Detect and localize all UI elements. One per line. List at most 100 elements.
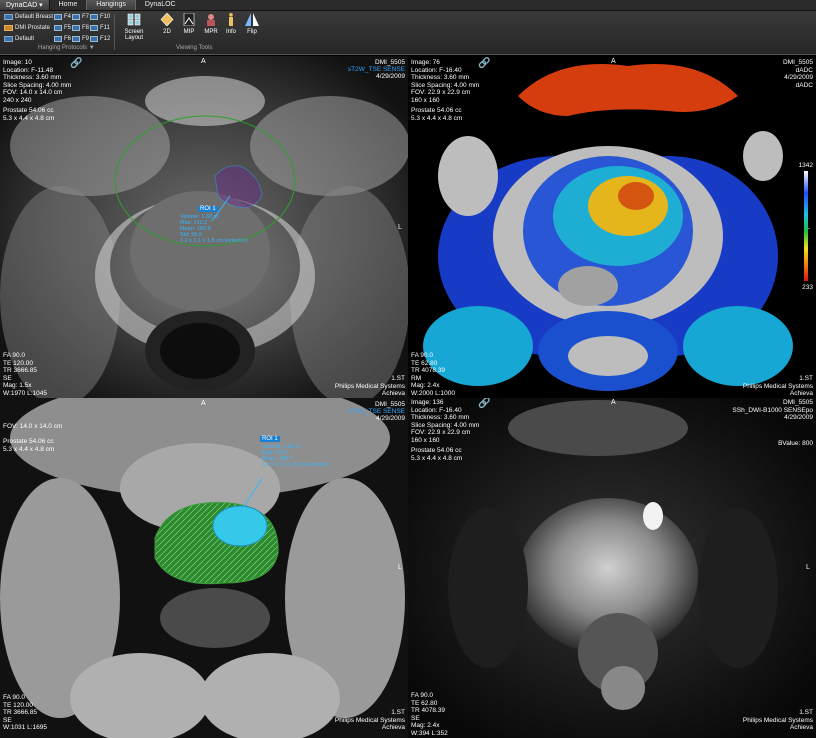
scanner-info-text: 1.ST Philips Medical Systems Achieva — [742, 709, 813, 731]
orientation-marker-right: L — [398, 224, 402, 231]
fov-text: FOV: 14.0 x 14.0 cm — [3, 423, 63, 430]
study-info-text: DMI_5505 SSh_DWI-B1000 SENSEpo 4/29/2009 — [732, 399, 813, 421]
app-menu-button[interactable]: DynaCAD ▾ — [0, 0, 50, 10]
colorbar — [804, 171, 808, 281]
screen-layout-label: Screen Layout — [124, 29, 144, 41]
3d-volume-rendering-image — [0, 398, 408, 738]
flip-button[interactable]: Flip — [237, 13, 267, 35]
link-icon[interactable]: 🔗 — [478, 398, 490, 409]
adc-color-map-image — [408, 56, 816, 398]
fkey-icon — [72, 36, 80, 42]
link-icon[interactable]: 🔗 — [478, 58, 490, 69]
prostate-volume-text: Prostate 54.06 cc 5.3 x 4.4 x 4.8 cm — [3, 107, 55, 122]
hanging-protocols-group-label: Hanging Protocols ▼ — [38, 45, 95, 51]
mip-icon — [183, 12, 195, 27]
acquisition-params-text: FA 90.0 TE 62.80 TR 4078.39 SE Mag: 2.4x… — [411, 692, 448, 737]
protocol-icon — [4, 14, 13, 20]
grid-icon — [127, 13, 141, 26]
fkey-label: F12 — [100, 36, 111, 42]
protocol-label: DMI Prostate — [15, 25, 51, 31]
ribbon-tab-bar: DynaCAD ▾ Home Hangings DynaLOC — [0, 0, 816, 11]
study-date-text: 4/29/2009 — [376, 415, 405, 422]
colorbar-min-label: 233 — [802, 284, 813, 291]
app-menu-label: DynaCAD — [6, 2, 38, 9]
info-icon — [229, 13, 233, 26]
image-info-text: Image: 10 Location: F-11.48 Thickness: 3… — [3, 59, 72, 104]
study-date-text: 4/29/2009 — [376, 73, 405, 80]
orientation-marker-right: L — [398, 564, 402, 571]
dwi-image — [408, 398, 816, 738]
fkey-f11[interactable]: F11 — [90, 25, 110, 31]
viewport-top-right[interactable]: Image: 76 Location: F-16.40 Thickness: 3… — [408, 56, 816, 398]
acquisition-params-text: FA 90.0 TE 120.00 TR 3666.85 SE Mag: 1.5… — [3, 352, 47, 397]
orientation-marker-right: L — [806, 564, 810, 571]
viewport-top-left[interactable]: Image: 10 Location: F-11.48 Thickness: 3… — [0, 56, 408, 398]
orientation-marker-top: A — [201, 400, 206, 407]
fkey-label: F11 — [100, 25, 110, 31]
protocol-icon — [4, 25, 13, 31]
fkey-icon — [90, 36, 98, 42]
image-info-text: Image: 136 Location: F-16.40 Thickness: … — [411, 399, 480, 444]
fkey-f9[interactable]: F9 — [72, 36, 89, 42]
prostate-volume-text: Prostate 54.06 cc 5.3 x 4.4 x 4.8 cm — [411, 107, 463, 122]
bvalue-text: BValue: 800 — [778, 440, 813, 447]
fkey-label: F7 — [82, 14, 90, 20]
tab-dynaloc[interactable]: DynaLOC — [136, 0, 185, 10]
fkey-label: F4 — [64, 14, 72, 20]
roi-label[interactable]: ROI 1 — [198, 206, 218, 212]
hanging-protocol-default[interactable]: Default — [4, 36, 34, 42]
hanging-protocol-default-breast[interactable]: Default Breast — [4, 14, 53, 20]
fkey-label: F5 — [64, 25, 72, 31]
fkey-label: F10 — [100, 14, 111, 20]
fkey-label: F9 — [82, 36, 90, 42]
flip-icon — [245, 13, 259, 26]
fkey-f7[interactable]: F7 — [72, 14, 89, 20]
fkey-label: F8 — [82, 25, 90, 31]
colorbar-max-label: 1342 — [798, 162, 813, 169]
orientation-marker-top: A — [611, 399, 616, 406]
prostate-volume-text: Prostate 54.06 cc 5.3 x 4.4 x 4.8 cm — [411, 447, 463, 462]
link-icon[interactable]: 🔗 — [70, 58, 82, 69]
fkey-icon — [72, 25, 80, 31]
roi-measurements-text: Volume: 1.68 cc Max: 410.7 Mean: 195.7 1… — [262, 444, 330, 468]
scanner-info-text: 1.ST Philips Medical Systems Achieva — [742, 375, 813, 397]
roi-label[interactable]: ROI 1 — [260, 436, 280, 442]
fkey-icon — [54, 25, 62, 31]
fkey-f8[interactable]: F8 — [72, 25, 89, 31]
fkey-icon — [90, 14, 98, 20]
ribbon-separator — [114, 14, 115, 50]
protocol-label: Default — [15, 36, 35, 42]
fkey-label: F6 — [64, 36, 72, 42]
fkey-icon — [54, 14, 62, 20]
orientation-marker-top: A — [201, 58, 206, 65]
orientation-marker-top: A — [611, 58, 616, 65]
fkey-f10[interactable]: F10 — [90, 14, 110, 20]
image-info-text: Image: 76 Location: F-16.40 Thickness: 3… — [411, 59, 480, 104]
acquisition-params-text: FA 90.0 TE 62.80 TR 4078.39 RM Mag: 2.4x… — [411, 352, 455, 397]
hanging-protocol-dmi-prostate[interactable]: DMI Prostate — [4, 25, 50, 31]
fkey-f12[interactable]: F12 — [90, 36, 110, 42]
fkey-icon — [54, 36, 62, 42]
tab-hangings[interactable]: Hangings — [86, 0, 136, 10]
screen-layout-button[interactable]: Screen Layout — [119, 13, 149, 41]
roi-measurements-text: Volume: 1.68 cc Max: 210.2 Mean: 160.9 S… — [180, 214, 248, 244]
fkey-f5[interactable]: F5 — [54, 25, 71, 31]
flip-label: Flip — [247, 29, 257, 35]
viewport-bottom-left[interactable]: FOV: 14.0 x 14.0 cm Prostate 54.06 cc 5.… — [0, 398, 408, 738]
scanner-info-text: 1.ST Philips Medical Systems Achieva — [334, 709, 405, 731]
study-info-text: DMI_5505 dADC 4/29/2009 dADC — [783, 59, 813, 89]
diamond-icon — [160, 12, 174, 27]
fkey-f4[interactable]: F4 — [54, 14, 71, 20]
scanner-info-text: 1.ST Philips Medical Systems Achieva — [334, 375, 405, 397]
protocol-label: Default Breast — [15, 14, 54, 20]
tab-home[interactable]: Home — [50, 0, 87, 10]
acquisition-params-text: FA 90.0 TE 120.00 TR 3666.85 SE W:1031 L… — [3, 694, 47, 731]
ribbon: Default Breast DMI Prostate Default F4 F… — [0, 11, 816, 55]
prostate-volume-text: Prostate 54.06 cc 5.3 x 4.4 x 4.8 cm — [3, 438, 55, 453]
protocol-icon — [4, 36, 13, 42]
viewing-tools-group-label: Viewing Tools — [176, 45, 213, 51]
fkey-icon — [72, 14, 80, 20]
fkey-icon — [90, 25, 98, 31]
fkey-f6[interactable]: F6 — [54, 36, 71, 42]
viewport-bottom-right[interactable]: Image: 136 Location: F-16.40 Thickness: … — [408, 398, 816, 738]
